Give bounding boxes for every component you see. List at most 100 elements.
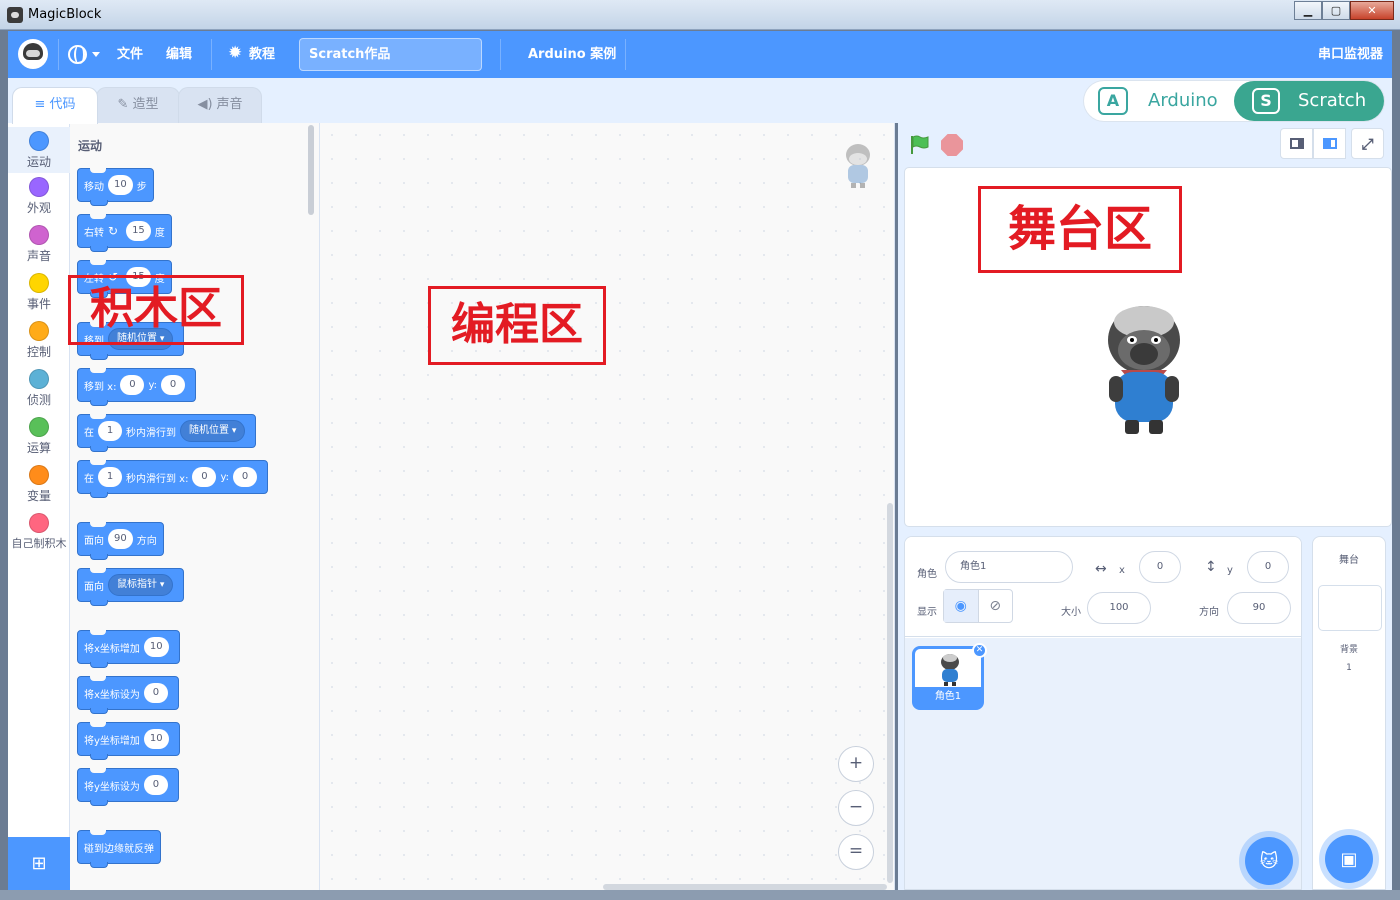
target-dropdown[interactable]: 随机位置 <box>180 420 246 442</box>
category-motion[interactable]: 运动 <box>8 127 70 173</box>
workspace-vertical-scrollbar[interactable] <box>887 503 893 883</box>
y-label: y <box>1227 565 1233 576</box>
x-input[interactable]: 0 <box>192 467 217 487</box>
project-title-input[interactable]: Scratch作品 <box>299 38 482 71</box>
seconds-input[interactable]: 1 <box>98 421 122 441</box>
stop-icon[interactable] <box>941 134 963 156</box>
block-glide-to[interactable]: 在 1 秒内滑行到 随机位置 <box>77 414 257 452</box>
size-input[interactable]: 100 <box>1087 592 1151 624</box>
speaker-icon: ◀) <box>197 97 213 112</box>
zoom-in-button[interactable]: + <box>838 746 874 782</box>
towards-dropdown[interactable]: 鼠标指针 <box>108 574 174 596</box>
menu-edit[interactable]: 编辑 <box>166 31 192 78</box>
delete-sprite-icon[interactable]: ✕ <box>972 643 987 658</box>
category-dot <box>29 465 49 485</box>
eye-icon: ◉ <box>954 598 967 614</box>
direction-label: 方向 <box>1199 607 1219 618</box>
maximize-button[interactable]: ▢ <box>1322 1 1350 20</box>
y-input[interactable]: 0 <box>161 375 186 395</box>
fullscreen-button[interactable]: ⤢ <box>1351 128 1384 159</box>
scratch-mode-button[interactable]: S Scratch <box>1234 81 1384 121</box>
category-variables[interactable]: 变量 <box>8 465 70 504</box>
tab-sounds[interactable]: ◀) 声音 <box>178 87 262 123</box>
add-sprite-button[interactable]: 🐱 <box>1245 837 1293 885</box>
green-flag-icon[interactable] <box>908 134 930 156</box>
sprite-thumbnail-name: 角色1 <box>915 687 981 707</box>
arduino-mode-button[interactable]: A Arduino <box>1084 81 1232 121</box>
block-turn-right[interactable]: 右转 ↻ 15 度 <box>77 214 172 252</box>
globe-icon[interactable] <box>68 45 87 64</box>
number-input[interactable]: 10 <box>143 637 169 657</box>
block-move-steps[interactable]: 移动 10 步 <box>77 168 154 206</box>
minimize-button[interactable]: ▁ <box>1294 1 1322 20</box>
block-glide-to-xy[interactable]: 在 1 秒内滑行到 x: 0 y: 0 <box>77 460 269 498</box>
x-label: x <box>1119 565 1125 576</box>
number-input[interactable]: 0 <box>143 775 168 795</box>
sprite-name-input[interactable]: 角色1 <box>945 551 1073 583</box>
x-input[interactable]: 0 <box>1139 551 1181 583</box>
lightbulb-icon[interactable]: ✹ <box>228 45 242 62</box>
tab-costumes[interactable]: ✎ 造型 <box>96 87 180 123</box>
block-change-x[interactable]: 将x坐标增加 10 <box>77 630 180 668</box>
code-workspace[interactable]: + − = <box>320 123 895 890</box>
block-point-direction[interactable]: 面向 90 方向 <box>77 522 164 560</box>
sprite-info-panel: 角色 角色1 ↔ x 0 ↕ y 0 显示 ◉ ⊘ 大小 100 方向 90 <box>905 537 1301 637</box>
menu-separator <box>625 39 626 70</box>
sprite-thumbnail[interactable]: ✕ 角色1 <box>912 643 987 710</box>
seconds-input[interactable]: 1 <box>98 467 122 487</box>
direction-input[interactable]: 90 <box>108 529 133 549</box>
stage-title: 舞台 <box>1339 555 1359 566</box>
show-label: 显示 <box>917 607 937 618</box>
tab-code[interactable]: ≡ 代码 <box>12 87 98 124</box>
close-button[interactable]: ✕ <box>1350 1 1394 20</box>
backdrop-label: 背景 <box>1339 645 1358 655</box>
block-bounce-on-edge[interactable]: 碰到边缘就反弹 <box>77 830 161 868</box>
hide-sprite-button[interactable]: ⊘ <box>979 590 1013 622</box>
window-bottom-border <box>0 890 1400 900</box>
large-stage-button[interactable] <box>1313 128 1346 159</box>
block-go-to-xy[interactable]: 移到 x: 0 y: 0 <box>77 368 197 406</box>
number-input[interactable]: 15 <box>126 221 151 241</box>
menu-separator <box>58 39 59 70</box>
zoom-out-button[interactable]: − <box>838 790 874 826</box>
category-looks[interactable]: 外观 <box>8 177 70 216</box>
add-backdrop-button[interactable]: ▣ <box>1325 835 1373 883</box>
block-point-towards[interactable]: 面向 鼠标指针 <box>77 568 185 606</box>
menu-arduino-examples[interactable]: Arduino 案例 <box>528 31 616 78</box>
category-sensing[interactable]: 侦测 <box>8 369 70 408</box>
small-stage-button[interactable] <box>1280 128 1313 159</box>
category-menu: 运动 外观 声音 事件 控制 侦测 运算 变量 自己制积木 ⊞ <box>8 123 70 890</box>
category-operators[interactable]: 运算 <box>8 417 70 456</box>
y-input[interactable]: 0 <box>233 467 258 487</box>
sprite-label: 角色 <box>917 569 937 580</box>
number-input[interactable]: 10 <box>108 175 133 195</box>
category-control[interactable]: 控制 <box>8 321 70 360</box>
zoom-reset-button[interactable]: = <box>838 834 874 870</box>
category-my-blocks[interactable]: 自己制积木 <box>8 513 70 551</box>
stage-target-pane[interactable]: 舞台 背景 1 ▣ <box>1312 536 1386 890</box>
category-sound[interactable]: 声音 <box>8 225 70 264</box>
menu-file[interactable]: 文件 <box>117 31 143 78</box>
number-input[interactable]: 10 <box>143 729 169 749</box>
block-set-y[interactable]: 将y坐标设为 0 <box>77 768 179 806</box>
menu-tutorials[interactable]: 教程 <box>249 31 275 78</box>
show-sprite-button[interactable]: ◉ <box>944 590 979 622</box>
menu-serial-monitor[interactable]: 串口监视器 <box>1318 31 1383 78</box>
y-input[interactable]: 0 <box>1247 551 1289 583</box>
x-input[interactable]: 0 <box>120 375 145 395</box>
block-change-y[interactable]: 将y坐标增加 10 <box>77 722 180 760</box>
y-arrows-icon: ↕ <box>1205 559 1217 575</box>
rotate-right-icon: ↻ <box>108 224 119 238</box>
category-events[interactable]: 事件 <box>8 273 70 312</box>
add-extension-button[interactable]: ⊞ <box>8 837 70 890</box>
chevron-down-icon[interactable] <box>92 52 100 57</box>
sprite-character[interactable] <box>1101 302 1187 438</box>
code-icon: ≡ <box>34 97 46 112</box>
palette-scrollbar[interactable] <box>308 125 314 215</box>
palette-category-title: 运动 <box>78 139 103 153</box>
magicblock-logo[interactable] <box>18 39 48 69</box>
number-input[interactable]: 0 <box>143 683 168 703</box>
block-set-x[interactable]: 将x坐标设为 0 <box>77 676 179 714</box>
backdrop-thumbnail[interactable] <box>1318 585 1382 631</box>
direction-input[interactable]: 90 <box>1227 592 1291 624</box>
